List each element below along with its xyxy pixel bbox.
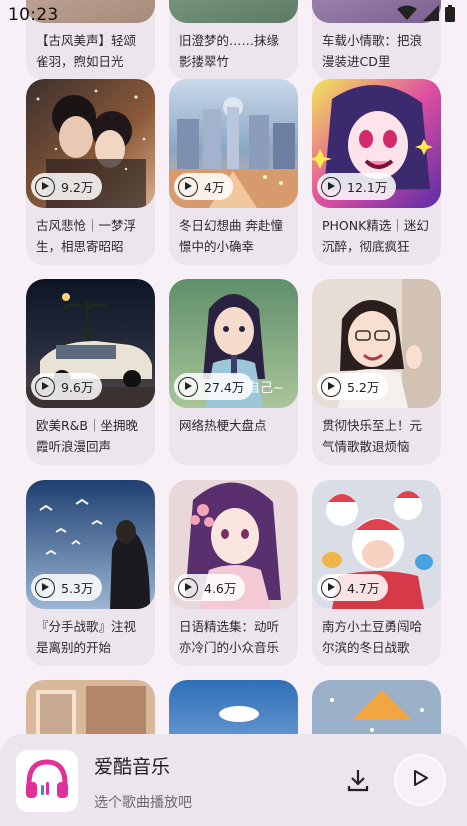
playlist-card[interactable]: 自己~ 27.4万 网络热梗大盘点 bbox=[169, 279, 298, 465]
download-icon bbox=[344, 770, 372, 798]
play-count-badge: 4.7万 bbox=[317, 574, 389, 601]
playlist-title: 网络热梗大盘点 bbox=[179, 418, 267, 433]
play-count: 12.1万 bbox=[347, 180, 388, 195]
status-bar: 10:23 bbox=[0, 0, 467, 30]
playlist-title: 日语精选集：动听亦冷门的小众音乐 bbox=[179, 619, 280, 655]
play-icon bbox=[35, 176, 55, 197]
app-logo bbox=[16, 750, 78, 812]
play-icon bbox=[35, 577, 55, 598]
download-button[interactable] bbox=[344, 766, 372, 794]
playlist-card[interactable]: 9.2万 古风悲怆｜一梦浮生，相思寄昭昭 bbox=[26, 79, 155, 265]
playlist-card[interactable]: 9.6万 欧美R&B｜坐拥晚霞听浪漫回声 bbox=[26, 279, 155, 465]
status-time: 10:23 bbox=[8, 5, 59, 25]
playlist-grid: 【古风美声】轻颂雀羽，煦如日光 旧澄梦的……抹缘影搂翠竹 车载小情歌：把浪漫装进… bbox=[0, 0, 467, 826]
headphones-icon bbox=[22, 754, 72, 808]
play-count-badge: 5.3万 bbox=[31, 574, 103, 601]
play-count: 9.6万 bbox=[61, 380, 94, 395]
playlist-card[interactable]: 4.6万 日语精选集：动听亦冷门的小众音乐 bbox=[169, 480, 298, 666]
play-count: 4.6万 bbox=[204, 581, 237, 596]
play-icon bbox=[178, 176, 198, 197]
play-icon bbox=[178, 577, 198, 598]
play-icon bbox=[35, 376, 55, 397]
play-count: 5.3万 bbox=[61, 581, 94, 596]
play-count-badge: 4万 bbox=[174, 173, 234, 200]
play-count-badge: 27.4万 bbox=[174, 373, 254, 400]
battery-icon bbox=[445, 4, 455, 26]
play-count: 4.7万 bbox=[347, 581, 380, 596]
play-count: 9.2万 bbox=[61, 180, 94, 195]
playlist-title: 『分手战歌』注视是离别的开始 bbox=[36, 619, 137, 655]
play-count-badge: 5.2万 bbox=[317, 373, 389, 400]
play-icon bbox=[321, 577, 341, 598]
playlist-title: 南方小土豆勇闯哈尔滨的冬日战歌 bbox=[322, 619, 423, 655]
play-count: 5.2万 bbox=[347, 380, 380, 395]
playlist-title: 古风悲怆｜一梦浮生，相思寄昭昭 bbox=[36, 218, 137, 254]
play-icon bbox=[411, 769, 429, 791]
play-count-badge: 9.2万 bbox=[31, 173, 103, 200]
play-count: 4万 bbox=[204, 180, 225, 195]
playlist-card[interactable]: 4.7万 南方小土豆勇闯哈尔滨的冬日战歌 bbox=[312, 480, 441, 666]
playlist-title: 冬日幻想曲 奔赴憧憬中的小确幸 bbox=[179, 218, 283, 254]
play-count-badge: 9.6万 bbox=[31, 373, 103, 400]
play-button[interactable] bbox=[394, 754, 446, 806]
playlist-title: 旧澄梦的……抹缘影搂翠竹 bbox=[179, 33, 280, 69]
play-count-badge: 4.6万 bbox=[174, 574, 246, 601]
playlist-title: 车载小情歌：把浪漫装进CD里 bbox=[322, 33, 423, 69]
play-count: 27.4万 bbox=[204, 380, 245, 395]
play-count-badge: 12.1万 bbox=[317, 173, 397, 200]
play-icon bbox=[321, 376, 341, 397]
playlist-title: 【古风美声】轻颂雀羽，煦如日光 bbox=[36, 33, 137, 69]
playlist-card[interactable]: 5.2万 贯彻快乐至上！元气情歌散退烦恼 bbox=[312, 279, 441, 465]
playlist-card[interactable]: 4万 冬日幻想曲 奔赴憧憬中的小确幸 bbox=[169, 79, 298, 265]
play-icon bbox=[321, 176, 341, 197]
playlist-title: 贯彻快乐至上！元气情歌散退烦恼 bbox=[322, 418, 423, 454]
status-icons bbox=[397, 4, 455, 26]
playlist-card[interactable]: 12.1万 PHONK精选｜迷幻沉醉，彻底疯狂 bbox=[312, 79, 441, 265]
wifi-icon bbox=[397, 5, 417, 25]
playlist-card[interactable]: 5.3万 『分手战歌』注视是离别的开始 bbox=[26, 480, 155, 666]
app-name: 爱酷音乐 bbox=[94, 756, 171, 778]
mini-player[interactable]: 爱酷音乐 选个歌曲播放吧 bbox=[0, 734, 467, 826]
playlist-title: 欧美R&B｜坐拥晚霞听浪漫回声 bbox=[36, 418, 139, 454]
player-subtitle: 选个歌曲播放吧 bbox=[94, 795, 192, 811]
signal-icon bbox=[423, 5, 439, 25]
playlist-title: PHONK精选｜迷幻沉醉，彻底疯狂 bbox=[322, 218, 429, 254]
play-icon bbox=[178, 376, 198, 397]
